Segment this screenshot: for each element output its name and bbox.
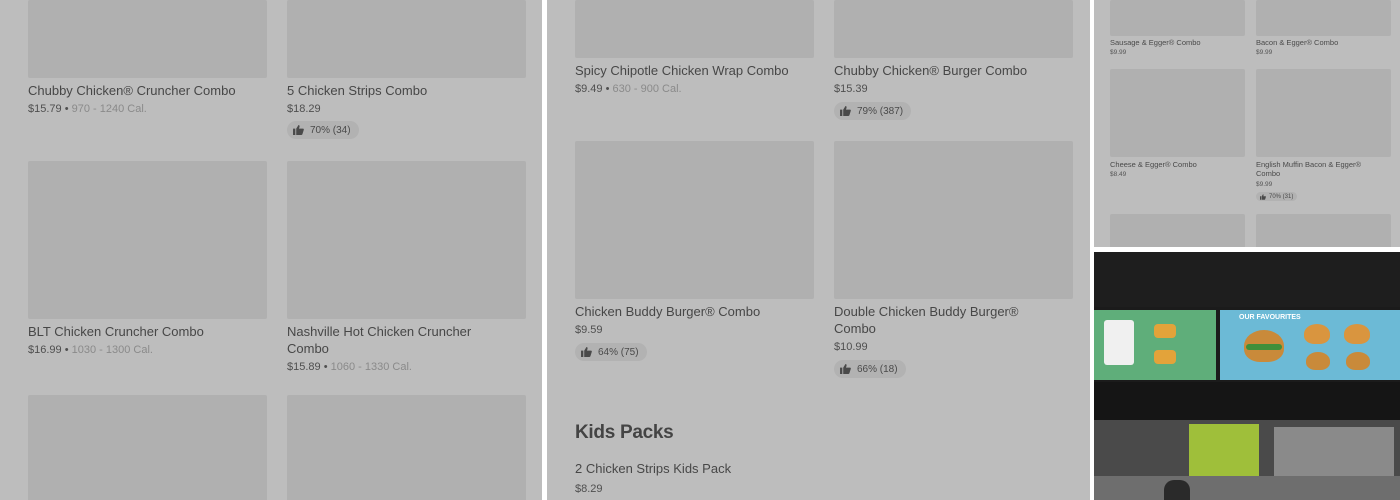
item-price: $9.99: [1256, 49, 1273, 56]
item-name[interactable]: Bacon & Egger® Combo: [1256, 38, 1396, 47]
rating-text: 70% (31): [1269, 193, 1294, 200]
item-image[interactable]: [834, 141, 1073, 299]
item-price: $8.29: [575, 483, 603, 495]
item-price: $15.39: [834, 83, 868, 95]
item-price: $9.99: [1110, 49, 1127, 56]
fries-image: [1154, 350, 1176, 364]
rating-text: 66% (18): [857, 363, 898, 375]
item-image[interactable]: [575, 141, 814, 299]
item-calories: 970 - 1240 Cal.: [71, 103, 147, 115]
burger-image: [1344, 324, 1370, 344]
rating-badge: 66% (18): [834, 360, 906, 378]
lettuce-image: [1246, 344, 1282, 350]
menu-panel-middle: Spicy Chipotle Chicken Wrap Combo $9.49 …: [547, 0, 1090, 500]
item-image[interactable]: [287, 161, 526, 319]
thumbs-up-icon: [293, 125, 304, 135]
kitchen-equipment: [1274, 427, 1394, 477]
item-image[interactable]: [1256, 0, 1391, 36]
item-price: $9.99: [1256, 181, 1273, 188]
item-calories: 1030 - 1300 Cal.: [71, 344, 153, 356]
item-image[interactable]: [1256, 214, 1391, 247]
thumbs-up-icon: [1260, 193, 1266, 200]
rating-text: 70% (34): [310, 124, 351, 136]
rating-badge: 64% (75): [575, 343, 647, 361]
item-price: $9.59: [575, 324, 603, 336]
item-image[interactable]: [1256, 69, 1391, 157]
item-name-line1[interactable]: Double Chicken Buddy Burger®: [834, 303, 1018, 320]
item-image[interactable]: [1110, 0, 1245, 36]
item-name-line2[interactable]: Combo: [834, 320, 876, 337]
burger-image: [1304, 324, 1330, 344]
item-price: $10.99: [834, 341, 868, 353]
rating-badge: 79% (387): [834, 102, 912, 120]
thumbs-up-icon: [581, 347, 592, 357]
wall-dark: [1094, 382, 1400, 420]
item-name-line1[interactable]: Nashville Hot Chicken Cruncher: [287, 323, 471, 340]
fries-image: [1154, 324, 1176, 338]
item-name[interactable]: 2 Chicken Strips Kids Pack: [575, 460, 731, 477]
menu-board-title: OUR FAVOURITES: [1239, 314, 1301, 321]
item-name[interactable]: Cheese & Egger® Combo: [1110, 160, 1250, 169]
item-price-line: $15.89 • 1060 - 1330 Cal.: [287, 361, 412, 373]
item-price: $15.79: [28, 103, 62, 115]
item-price-line: $16.99 • 1030 - 1300 Cal.: [28, 344, 153, 356]
item-name[interactable]: Chubby Chicken® Burger Combo: [834, 62, 1027, 79]
item-price-line: $15.79 • 970 - 1240 Cal.: [28, 103, 147, 115]
item-price-line: $9.49 • 630 - 900 Cal.: [575, 83, 682, 95]
item-name[interactable]: Chubby Chicken® Cruncher Combo: [28, 82, 236, 99]
item-image[interactable]: [28, 395, 267, 500]
item-name[interactable]: English Muffin Bacon & Egger® Combo: [1256, 160, 1366, 178]
section-title: Kids Packs: [575, 422, 674, 443]
item-price: $9.49: [575, 83, 603, 95]
item-image[interactable]: [1110, 69, 1245, 157]
drink-image: [1104, 320, 1134, 365]
counter: [1094, 476, 1400, 500]
item-image[interactable]: [28, 0, 267, 78]
restaurant-photo: OUR FAVOURITES: [1094, 252, 1400, 500]
item-calories: 630 - 900 Cal.: [612, 83, 682, 95]
rating-badge: 70% (34): [287, 121, 359, 139]
item-name-line2[interactable]: Combo: [287, 340, 329, 357]
rating-badge: 70% (31): [1256, 192, 1298, 201]
item-price: $15.89: [287, 361, 321, 373]
item-image[interactable]: [575, 0, 814, 58]
item-image[interactable]: [834, 0, 1073, 58]
menu-panel-right: Sausage & Egger® Combo $9.99 Bacon & Egg…: [1094, 0, 1400, 247]
staff-figure: [1164, 480, 1190, 500]
ceiling: [1094, 252, 1400, 307]
menu-panel-left: Chubby Chicken® Cruncher Combo $15.79 • …: [0, 0, 542, 500]
item-name[interactable]: Spicy Chipotle Chicken Wrap Combo: [575, 62, 789, 79]
thumbs-up-icon: [840, 106, 851, 116]
item-name[interactable]: 5 Chicken Strips Combo: [287, 82, 427, 99]
item-price: $16.99: [28, 344, 62, 356]
item-name[interactable]: BLT Chicken Cruncher Combo: [28, 323, 204, 340]
rating-text: 64% (75): [598, 346, 639, 358]
burger-image: [1306, 352, 1330, 370]
item-name[interactable]: Sausage & Egger® Combo: [1110, 38, 1250, 47]
item-name[interactable]: Chicken Buddy Burger® Combo: [575, 303, 760, 320]
burger-image: [1346, 352, 1370, 370]
item-image[interactable]: [1110, 214, 1245, 247]
item-image[interactable]: [28, 161, 267, 319]
item-price: $18.29: [287, 103, 321, 115]
item-image[interactable]: [287, 395, 526, 500]
item-price: $8.49: [1110, 171, 1127, 178]
thumbs-up-icon: [840, 364, 851, 374]
item-image[interactable]: [287, 0, 526, 78]
item-calories: 1060 - 1330 Cal.: [330, 361, 412, 373]
rating-text: 79% (387): [857, 105, 904, 117]
